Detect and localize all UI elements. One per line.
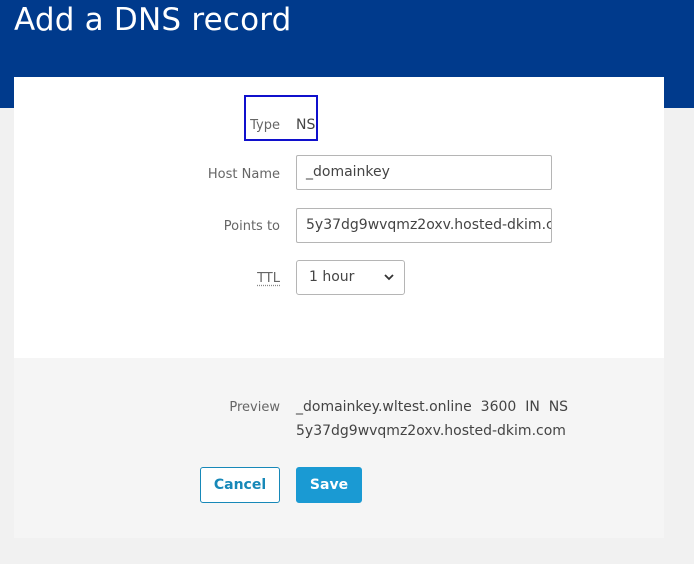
page-title: Add a DNS record xyxy=(14,2,292,38)
preview-section: Preview _domainkey.wltest.online 3600 IN… xyxy=(14,358,664,538)
chevron-down-icon xyxy=(384,274,394,281)
host-name-input[interactable]: _domainkey xyxy=(296,155,552,190)
ttl-select[interactable]: 1 hour xyxy=(296,260,405,295)
cancel-button[interactable]: Cancel xyxy=(200,467,280,503)
preview-target-line: 5y37dg9wvqmz2oxv.hosted-dkim.com xyxy=(296,423,566,439)
points-to-input[interactable]: 5y37dg9wvqmz2oxv.hosted-dkim.co xyxy=(296,208,552,243)
type-value: NS xyxy=(296,117,316,133)
type-label: Type xyxy=(250,118,280,133)
dns-record-form: Type NS Host Name _domainkey Points to 5… xyxy=(14,77,664,538)
points-to-label: Points to xyxy=(223,219,280,234)
save-button[interactable]: Save xyxy=(296,467,362,503)
host-name-label: Host Name xyxy=(207,167,280,182)
ttl-label: TTL xyxy=(257,271,280,286)
preview-label: Preview xyxy=(229,400,280,415)
ttl-selected-value: 1 hour xyxy=(309,269,355,285)
preview-record-line: _domainkey.wltest.online 3600 IN NS xyxy=(296,399,569,415)
